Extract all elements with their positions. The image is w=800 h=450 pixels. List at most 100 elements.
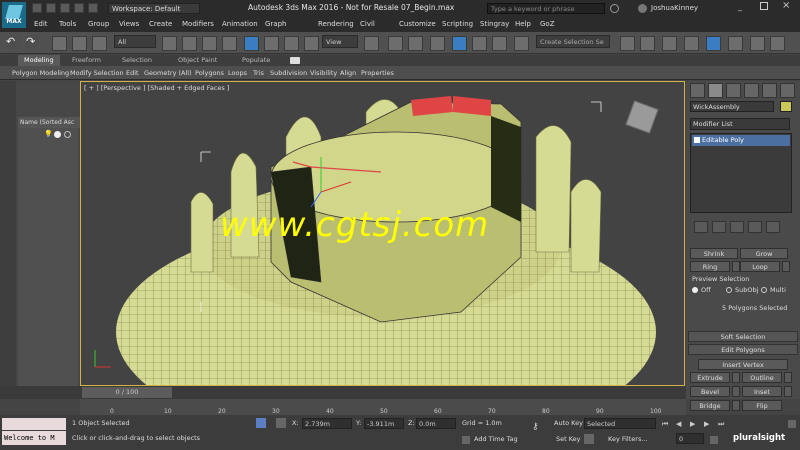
- menu-help[interactable]: Help: [515, 18, 531, 30]
- ribbon-modify-selection[interactable]: Modify Selection: [70, 66, 124, 80]
- current-frame-field[interactable]: 0: [676, 433, 704, 444]
- edit-named-selection-icon[interactable]: [514, 36, 529, 51]
- undo-arrow-icon[interactable]: ↶: [6, 36, 19, 49]
- ribbon-polygon-modeling[interactable]: Polygon Modeling: [12, 66, 69, 80]
- menu-rendering[interactable]: Rendering: [318, 18, 354, 30]
- soft-selection-rollout[interactable]: Soft Selection: [688, 331, 798, 342]
- percent-snap-icon[interactable]: [472, 36, 487, 51]
- search-input[interactable]: Type a keyword or phrase: [487, 3, 605, 14]
- menu-create[interactable]: Create: [149, 18, 172, 30]
- ribbon-properties[interactable]: Properties: [361, 66, 394, 80]
- bridge-settings-button[interactable]: [732, 400, 740, 411]
- selection-filter-dropdown[interactable]: All: [114, 35, 156, 48]
- select-manipulate-icon[interactable]: [388, 36, 403, 51]
- maxscript-listener-top[interactable]: [2, 418, 66, 430]
- menu-edit[interactable]: Edit: [34, 18, 48, 30]
- edit-polygons-rollout[interactable]: Edit Polygons: [688, 344, 798, 355]
- redo-icon[interactable]: [88, 3, 98, 13]
- named-selection-dropdown[interactable]: Create Selection Se: [536, 35, 610, 48]
- time-config-icon[interactable]: [710, 436, 718, 444]
- menu-views[interactable]: Views: [119, 18, 139, 30]
- keyboard-shortcut-icon[interactable]: [408, 36, 423, 51]
- render-setup-icon[interactable]: [750, 36, 765, 51]
- tab-selection[interactable]: Selection: [116, 55, 158, 66]
- material-editor-icon[interactable]: [728, 36, 743, 51]
- viewport-label[interactable]: [ + ] [Perspective ] [Shaded + Edged Fac…: [84, 83, 229, 93]
- rotate-icon[interactable]: [264, 36, 279, 51]
- tab-populate[interactable]: Populate: [236, 55, 276, 66]
- utilities-tab-icon[interactable]: [780, 83, 795, 98]
- time-slider[interactable]: 0 / 100: [82, 387, 172, 398]
- select-and-link-icon[interactable]: [52, 36, 67, 51]
- key-filters-button[interactable]: Key Filters...: [608, 434, 648, 445]
- scale-icon[interactable]: [284, 36, 299, 51]
- lock-selection-icon[interactable]: [276, 418, 286, 428]
- configure-sets-icon[interactable]: [766, 221, 780, 233]
- tab-modeling[interactable]: Modeling: [18, 55, 60, 66]
- menu-stingray[interactable]: Stingray: [480, 18, 509, 30]
- minimize-icon[interactable]: _: [738, 2, 742, 11]
- modify-tab-icon[interactable]: [708, 83, 723, 98]
- open-file-icon[interactable]: [46, 3, 56, 13]
- explorer-list[interactable]: 💡: [18, 128, 78, 396]
- unlink-icon[interactable]: [72, 36, 87, 51]
- remove-modifier-icon[interactable]: [748, 221, 762, 233]
- grow-button[interactable]: Grow: [740, 248, 788, 259]
- ribbon-subdivision[interactable]: Subdivision: [270, 66, 307, 80]
- select-by-name-icon[interactable]: [182, 36, 197, 51]
- inset-settings-button[interactable]: [784, 386, 792, 397]
- loop-button[interactable]: Loop: [740, 261, 780, 272]
- outline-settings-button[interactable]: [784, 372, 792, 383]
- bind-space-warp-icon[interactable]: [92, 36, 107, 51]
- toggle-ribbon-icon[interactable]: [684, 36, 699, 51]
- close-icon[interactable]: ×: [782, 0, 790, 11]
- undo-icon[interactable]: [74, 3, 84, 13]
- pin-stack-icon[interactable]: [694, 221, 708, 233]
- bridge-button[interactable]: Bridge: [690, 400, 730, 411]
- menu-modifiers[interactable]: Modifiers: [182, 18, 214, 30]
- next-frame-icon[interactable]: ▶: [704, 420, 709, 428]
- layer-explorer-icon[interactable]: [662, 36, 677, 51]
- placement-icon[interactable]: [304, 36, 319, 51]
- tab-freeform[interactable]: Freeform: [66, 55, 107, 66]
- add-time-tag-button[interactable]: Add Time Tag: [474, 434, 518, 445]
- rectangular-selection-icon[interactable]: [202, 36, 217, 51]
- create-tab-icon[interactable]: [690, 83, 705, 98]
- object-color-swatch[interactable]: [780, 101, 792, 112]
- auto-key-button[interactable]: Auto Key: [554, 418, 583, 429]
- ribbon-toggle-icon[interactable]: [290, 57, 300, 64]
- visibility-icon[interactable]: [54, 131, 61, 138]
- maximize-icon[interactable]: [760, 2, 768, 10]
- angle-snap-icon[interactable]: [452, 36, 467, 51]
- ribbon-polygons[interactable]: Polygons: [195, 66, 224, 80]
- light-bulb-icon[interactable]: 💡: [44, 130, 53, 138]
- loop-spinner[interactable]: [782, 261, 790, 272]
- preview-off-radio[interactable]: [692, 287, 698, 293]
- new-file-icon[interactable]: [32, 3, 42, 13]
- user-name[interactable]: JoshuaKinney: [651, 3, 698, 13]
- ribbon-visibility[interactable]: Visibility: [310, 66, 337, 80]
- menu-customize[interactable]: Customize: [399, 18, 436, 30]
- spinner-snap-icon[interactable]: [492, 36, 507, 51]
- menu-group[interactable]: Group: [88, 18, 109, 30]
- maxscript-listener[interactable]: Welcome to M: [2, 431, 66, 445]
- menu-goz[interactable]: GoZ: [540, 18, 555, 30]
- stack-item-toggle-icon[interactable]: [694, 137, 700, 143]
- prev-frame-icon[interactable]: ◀: [676, 420, 681, 428]
- ribbon-tris[interactable]: Tris: [253, 66, 264, 80]
- shrink-button[interactable]: Shrink: [690, 248, 738, 259]
- modifier-list-dropdown[interactable]: Modifier List: [690, 118, 790, 130]
- outline-button[interactable]: Outline: [742, 372, 782, 383]
- object-name-field[interactable]: WickAssembly: [690, 101, 774, 112]
- app-menu-button[interactable]: MAX: [2, 2, 26, 28]
- show-end-result-icon[interactable]: [712, 221, 726, 233]
- ribbon-loops[interactable]: Loops: [228, 66, 247, 80]
- ribbon-edit[interactable]: Edit: [126, 66, 139, 80]
- preview-subobj-radio[interactable]: [726, 287, 732, 293]
- explorer-column-header[interactable]: Name (Sorted Asc: [18, 117, 80, 128]
- extrude-settings-button[interactable]: [732, 372, 740, 383]
- make-unique-icon[interactable]: [730, 221, 744, 233]
- play-icon[interactable]: ▶: [690, 420, 695, 428]
- isolate-selection-icon[interactable]: [256, 418, 266, 428]
- menu-scripting[interactable]: Scripting: [442, 18, 473, 30]
